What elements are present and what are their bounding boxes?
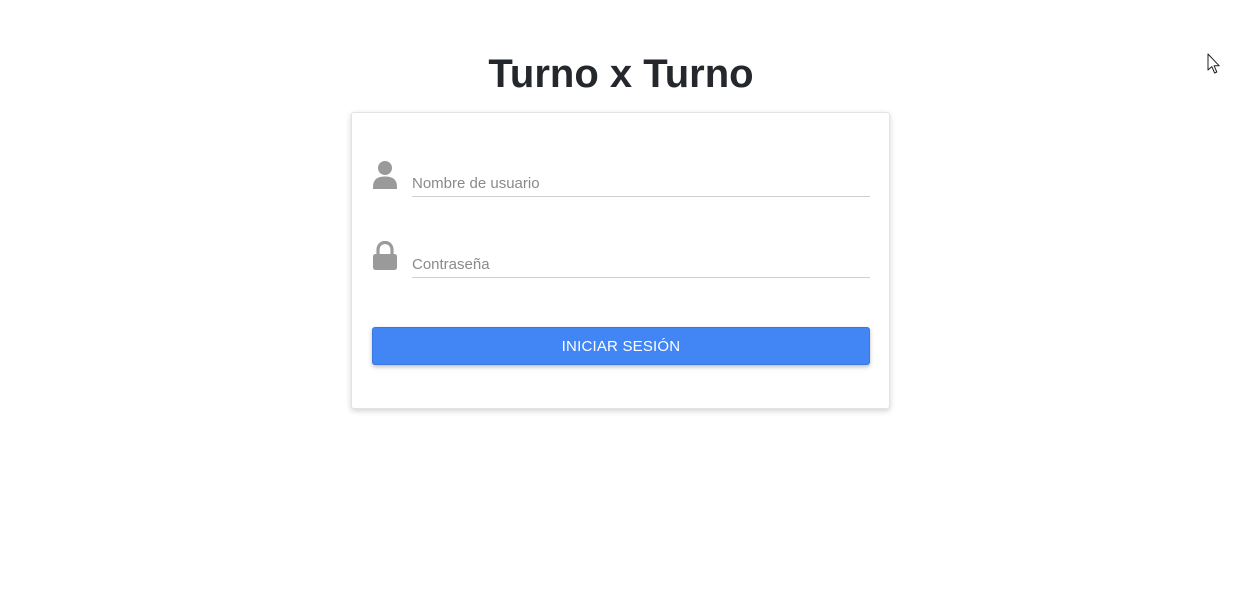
- password-input[interactable]: [412, 251, 870, 278]
- user-icon: [372, 160, 398, 190]
- password-field-group: [372, 239, 870, 279]
- login-page: Turno x Turno INICIAR SESIÓN: [0, 0, 1246, 589]
- username-input[interactable]: [412, 170, 870, 197]
- page-title: Turno x Turno: [488, 52, 754, 96]
- login-button[interactable]: INICIAR SESIÓN: [372, 327, 870, 365]
- login-card: INICIAR SESIÓN: [351, 112, 890, 409]
- lock-icon: [372, 240, 398, 271]
- mouse-cursor-icon: [1207, 53, 1221, 75]
- username-field-group: [372, 158, 870, 198]
